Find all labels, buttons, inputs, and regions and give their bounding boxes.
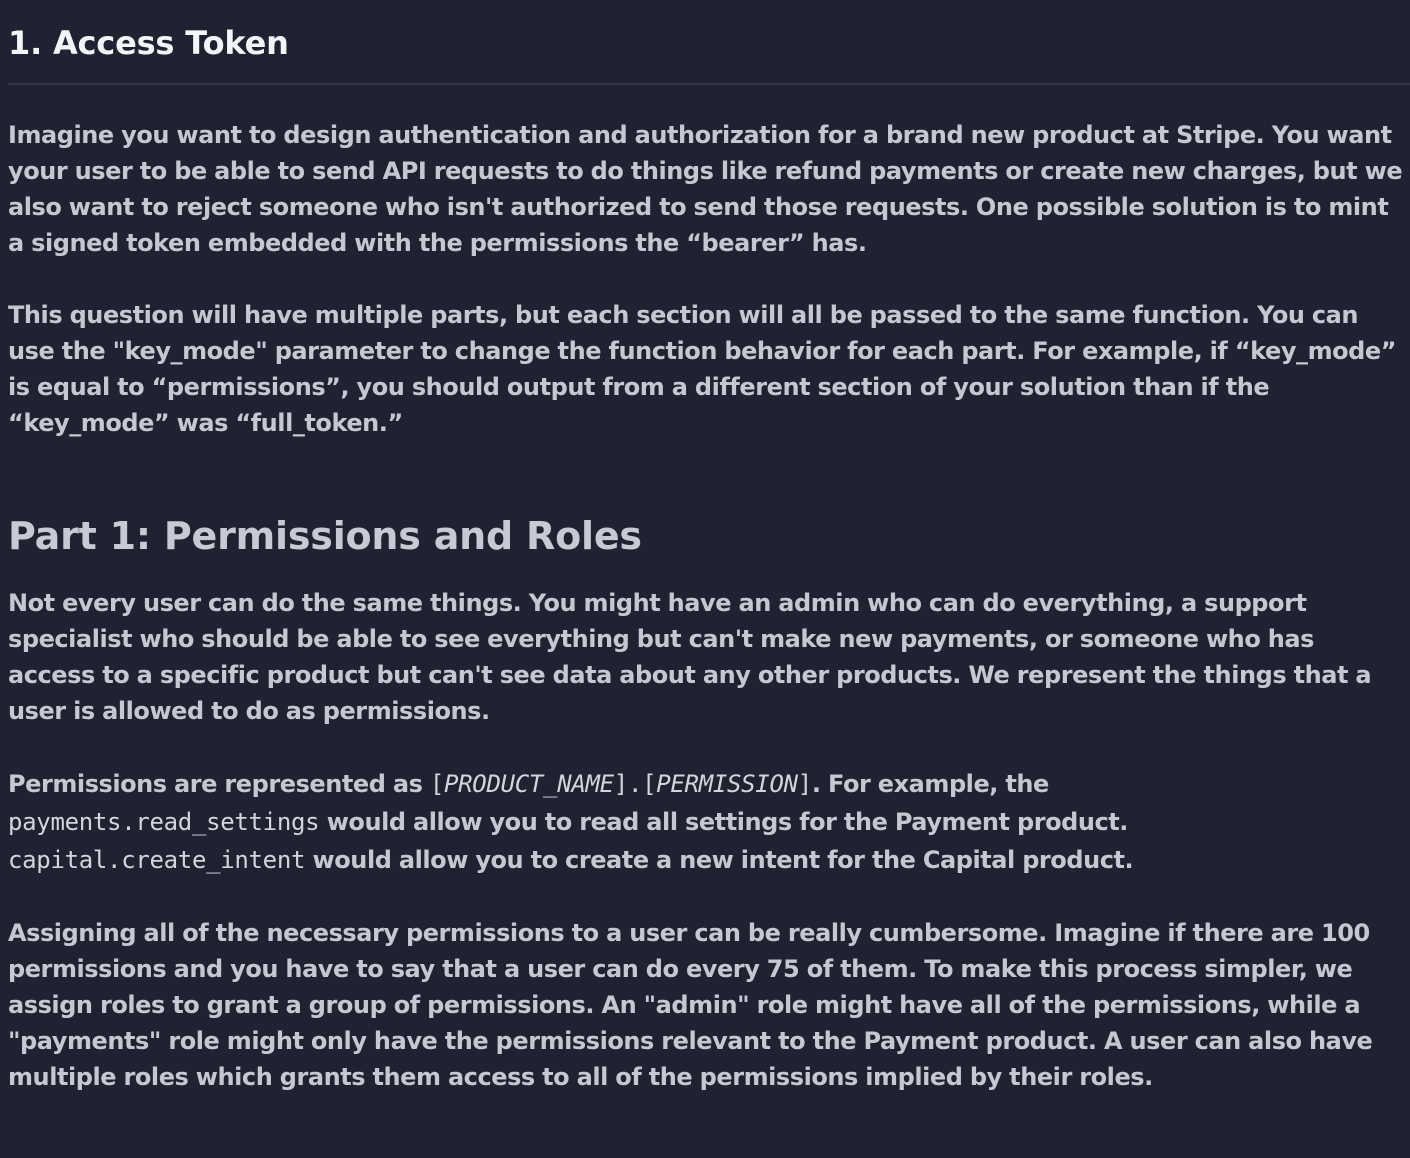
example-code-capital: capital.create_intent — [8, 846, 306, 874]
section-heading: Part 1: Permissions and Roles — [8, 514, 642, 558]
permission-format-paragraph: Permissions are represented as [PRODUCT_… — [8, 765, 1406, 879]
format-bracket: [ — [429, 770, 444, 798]
problem-description: 1. Access Token Imagine you want to desi… — [0, 0, 1410, 1158]
intro-paragraph: Imagine you want to design authenticatio… — [8, 121, 1403, 257]
permissions-intro-paragraph: Not every user can do the same things. Y… — [8, 589, 1372, 725]
roles-paragraph: Assigning all of the necessary permissio… — [8, 919, 1373, 1091]
format-permission-placeholder: PERMISSION — [656, 770, 798, 798]
format-bracket-close: ] — [797, 770, 812, 798]
permission-format-lead: Permissions are represented as — [8, 770, 430, 798]
key-mode-paragraph: This question will have multiple parts, … — [8, 301, 1397, 437]
page-title: 1. Access Token — [8, 24, 289, 62]
example-text-capital: would allow you to create a new intent f… — [305, 846, 1134, 874]
permission-format-after: . For example, the — [811, 770, 1049, 798]
example-code-payments: payments.read_settings — [8, 808, 320, 836]
format-product-placeholder: PRODUCT_NAME — [444, 770, 614, 798]
format-separator: ].[ — [613, 770, 657, 798]
example-text-payments: would allow you to read all settings for… — [319, 808, 1129, 836]
title-divider — [8, 83, 1410, 85]
